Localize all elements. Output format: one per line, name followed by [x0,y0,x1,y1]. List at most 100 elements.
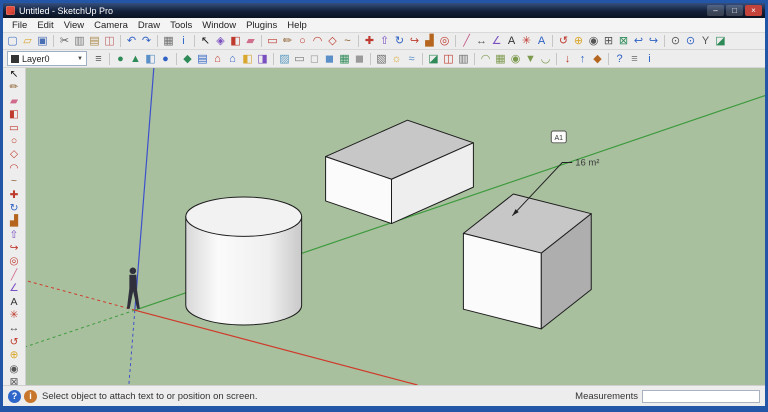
view-front-icon[interactable]: ⌂ [210,52,225,66]
move-icon[interactable]: ✚ [7,189,22,202]
dimension-icon[interactable]: ↔ [474,34,489,48]
menu-draw[interactable]: Draw [133,20,165,31]
text-icon[interactable]: A [7,296,22,309]
previous-view-icon[interactable]: ↩ [631,34,646,48]
close-button[interactable]: × [745,5,762,16]
extension-warehouse-icon[interactable]: ◆ [590,52,605,66]
axes-icon[interactable]: ✳ [519,34,534,48]
polygon-icon[interactable]: ◇ [325,34,340,48]
toggle-terrain-icon[interactable]: ▲ [128,52,143,66]
style-hidden-line-icon[interactable]: ◻ [307,52,322,66]
style-wireframe-icon[interactable]: ▭ [292,52,307,66]
paint-bucket-icon[interactable]: ◧ [7,108,22,121]
copy-icon[interactable]: ▥ [72,34,87,48]
redo-icon[interactable]: ↷ [139,34,154,48]
menu-camera[interactable]: Camera [89,20,133,31]
zoom-window-icon[interactable]: ⊞ [601,34,616,48]
view-right-icon[interactable]: ◨ [255,52,270,66]
rectangle-icon[interactable]: ▭ [7,122,22,135]
push-pull-icon[interactable]: ⇧ [377,34,392,48]
section-plane-tool-icon[interactable]: ◪ [426,52,441,66]
follow-me-icon[interactable]: ↪ [7,242,22,255]
get-models-icon[interactable]: ↓ [560,52,575,66]
circle-icon[interactable]: ○ [295,34,310,48]
menu-tools[interactable]: Tools [165,20,197,31]
share-model-icon[interactable]: ↑ [575,52,590,66]
eraser-icon[interactable]: ▰ [243,34,258,48]
view-top-icon[interactable]: ▤ [195,52,210,66]
menu-help[interactable]: Help [282,20,312,31]
select-icon[interactable]: ↖ [198,34,213,48]
rotate-icon[interactable]: ↻ [392,34,407,48]
preview-in-google-earth-icon[interactable]: ● [158,52,173,66]
pan-icon[interactable]: ⊕ [571,34,586,48]
minimize-button[interactable]: – [707,5,724,16]
circle-icon[interactable]: ○ [7,135,22,148]
maximize-button[interactable]: □ [726,5,743,16]
erase-selected-icon[interactable]: ◫ [102,34,117,48]
menu-file[interactable]: File [7,20,32,31]
section-plane-icon[interactable]: ◪ [713,34,728,48]
stamp-icon[interactable]: ▼ [523,52,538,66]
entity-info-icon[interactable]: i [642,52,657,66]
offset-icon[interactable]: ◎ [437,34,452,48]
instructor-icon[interactable]: ? [612,52,627,66]
geolocation-info-icon[interactable]: i [24,389,37,403]
drape-icon[interactable]: ◡ [538,52,553,66]
push-pull-icon[interactable]: ⇧ [7,229,22,242]
sandbox-from-contours-icon[interactable]: ◠ [478,52,493,66]
paint-bucket-icon[interactable]: ◧ [228,34,243,48]
outliner-icon[interactable]: ≡ [627,52,642,66]
pan-icon[interactable]: ⊕ [7,349,22,362]
view-left-icon[interactable]: ◧ [240,52,255,66]
zoom-extents-icon[interactable]: ⊠ [7,376,22,385]
make-component-icon[interactable]: ◈ [213,34,228,48]
open-icon[interactable]: ▱ [20,34,35,48]
undo-icon[interactable]: ↶ [124,34,139,48]
axes-icon[interactable]: ✳ [7,309,22,322]
arc-icon[interactable]: ◠ [310,34,325,48]
zoom-extents-icon[interactable]: ⊠ [616,34,631,48]
orbit-icon[interactable]: ↺ [556,34,571,48]
style-monochrome-icon[interactable]: ◼ [352,52,367,66]
new-icon[interactable]: ▢ [5,34,20,48]
shadows-dialog-icon[interactable]: ▧ [374,52,389,66]
add-location-icon[interactable]: ● [113,52,128,66]
measurements-input[interactable] [642,389,760,403]
title-bar[interactable]: Untitled - SketchUp Pro – □ × [3,3,765,18]
menu-plugins[interactable]: Plugins [241,20,282,31]
scale-icon[interactable]: ▟ [422,34,437,48]
menu-edit[interactable]: Edit [32,20,58,31]
eraser-icon[interactable]: ▰ [7,95,22,108]
drawing-canvas[interactable]: 16 m² A1 [26,68,765,385]
zoom-icon[interactable]: ◉ [7,363,22,376]
view-iso-icon[interactable]: ◆ [180,52,195,66]
save-icon[interactable]: ▣ [35,34,50,48]
sandbox-from-scratch-icon[interactable]: ▦ [493,52,508,66]
freehand-icon[interactable]: ~ [340,34,355,48]
paste-icon[interactable]: ▤ [87,34,102,48]
move-icon[interactable]: ✚ [362,34,377,48]
next-view-icon[interactable]: ↪ [646,34,661,48]
offset-icon[interactable]: ◎ [7,255,22,268]
cut-icon[interactable]: ✂ [57,34,72,48]
area-label[interactable]: 16 m² [575,157,599,168]
photo-textures-icon[interactable]: ◧ [143,52,158,66]
select-icon[interactable]: ↖ [7,68,22,81]
arc-icon[interactable]: ◠ [7,162,22,175]
display-section-cuts-icon[interactable]: ▥ [456,52,471,66]
cylinder-top-face[interactable] [185,196,303,237]
polygon-icon[interactable]: ◇ [7,148,22,161]
tape-measure-icon[interactable]: ╱ [7,269,22,282]
protractor-icon[interactable]: ∠ [7,282,22,295]
look-around-icon[interactable]: ⊙ [683,34,698,48]
style-shaded-icon[interactable]: ◼ [322,52,337,66]
model-info-icon[interactable]: i [176,34,191,48]
dimension-icon[interactable]: ↔ [7,322,22,335]
rectangle-icon[interactable]: ▭ [265,34,280,48]
layer-manager-icon[interactable]: ≡ [91,52,106,66]
follow-me-icon[interactable]: ↪ [407,34,422,48]
view-back-icon[interactable]: ⌂ [225,52,240,66]
line-icon[interactable]: ✏ [7,81,22,94]
layer-dropdown[interactable]: Layer0 ▼ [7,51,87,66]
